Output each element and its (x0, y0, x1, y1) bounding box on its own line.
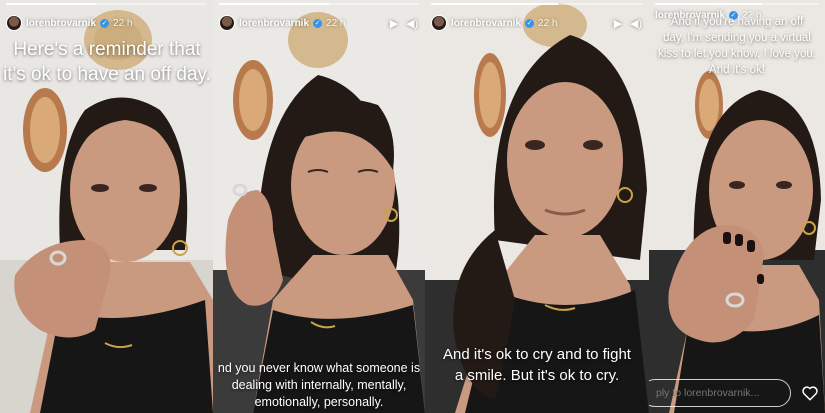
caption-line: a smile. But it's ok to cry. (454, 367, 620, 384)
caption-line: emotionally, personally. (254, 395, 384, 409)
story-caption: Here's a reminder that it's ok to have a… (0, 37, 213, 87)
story-progress-bar (6, 3, 207, 5)
caption-line: it's ok to have an off day. (3, 64, 211, 85)
story-header: lorenbrovarnik ✓ 22 h ▶ ◀) (219, 12, 419, 34)
progress-segment (6, 3, 207, 5)
caption-line: dealing with internally, mentally, (231, 378, 407, 392)
story-photo-2 (213, 0, 425, 413)
volume-icon[interactable]: ◀) (405, 17, 419, 30)
story-header: lorenbrovarnik ✓ 22 h ▶ ◀) (431, 12, 643, 34)
avatar[interactable] (6, 15, 22, 31)
volume-icon[interactable]: ◀) (629, 17, 643, 30)
username[interactable]: lorenbrovarnik (451, 18, 521, 29)
story-panel-3[interactable]: lorenbrovarnik ✓ 22 h ▶ ◀) And it's ok t… (425, 0, 649, 413)
reply-input[interactable] (649, 379, 791, 407)
username[interactable]: lorenbrovarnik (239, 18, 309, 29)
verified-badge-icon: ✓ (313, 18, 323, 28)
caption-line: And if you're having an off (670, 16, 804, 28)
caption-line: And it's ok to cry and to fight (443, 346, 631, 363)
heart-icon[interactable] (801, 384, 819, 402)
story-caption: nd you never know what someone is dealin… (213, 360, 425, 411)
caption-line: Here's a reminder that (13, 39, 201, 60)
play-icon[interactable]: ▶ (611, 17, 625, 30)
time-ago: 22 h (326, 17, 346, 29)
time-ago: 22 h (538, 17, 558, 29)
story-caption: And it's ok to cry and to fight a smile.… (425, 344, 649, 386)
story-caption: And if you're having an off day, I'm sen… (649, 14, 825, 78)
story-progress-bar (219, 3, 419, 5)
story-header: lorenbrovarnik ✓ 22 h (6, 12, 207, 34)
story-progress-bar (431, 3, 643, 5)
story-panel-1[interactable]: lorenbrovarnik ✓ 22 h Here's a reminder … (0, 0, 213, 413)
caption-line: And it's ok! (709, 64, 765, 76)
progress-segment (431, 3, 643, 5)
verified-badge-icon: ✓ (100, 18, 110, 28)
story-panel-2[interactable]: lorenbrovarnik ✓ 22 h ▶ ◀) nd you never … (213, 0, 425, 413)
verified-badge-icon: ✓ (525, 18, 535, 28)
caption-line: kiss to let you know, I love you. (658, 48, 816, 60)
username[interactable]: lorenbrovarnik (26, 18, 96, 29)
play-icon[interactable]: ▶ (387, 17, 401, 30)
avatar[interactable] (219, 15, 235, 31)
progress-segment (219, 3, 419, 5)
time-ago: 22 h (113, 17, 133, 29)
caption-line: nd you never know what someone is (217, 361, 421, 375)
story-panel-4[interactable]: lorenbrovarnik ✓ 22 h And if you're havi… (649, 0, 825, 413)
story-collage: lorenbrovarnik ✓ 22 h Here's a reminder … (0, 0, 825, 413)
avatar[interactable] (431, 15, 447, 31)
caption-line: day, I'm sending you a virtual (663, 32, 811, 44)
